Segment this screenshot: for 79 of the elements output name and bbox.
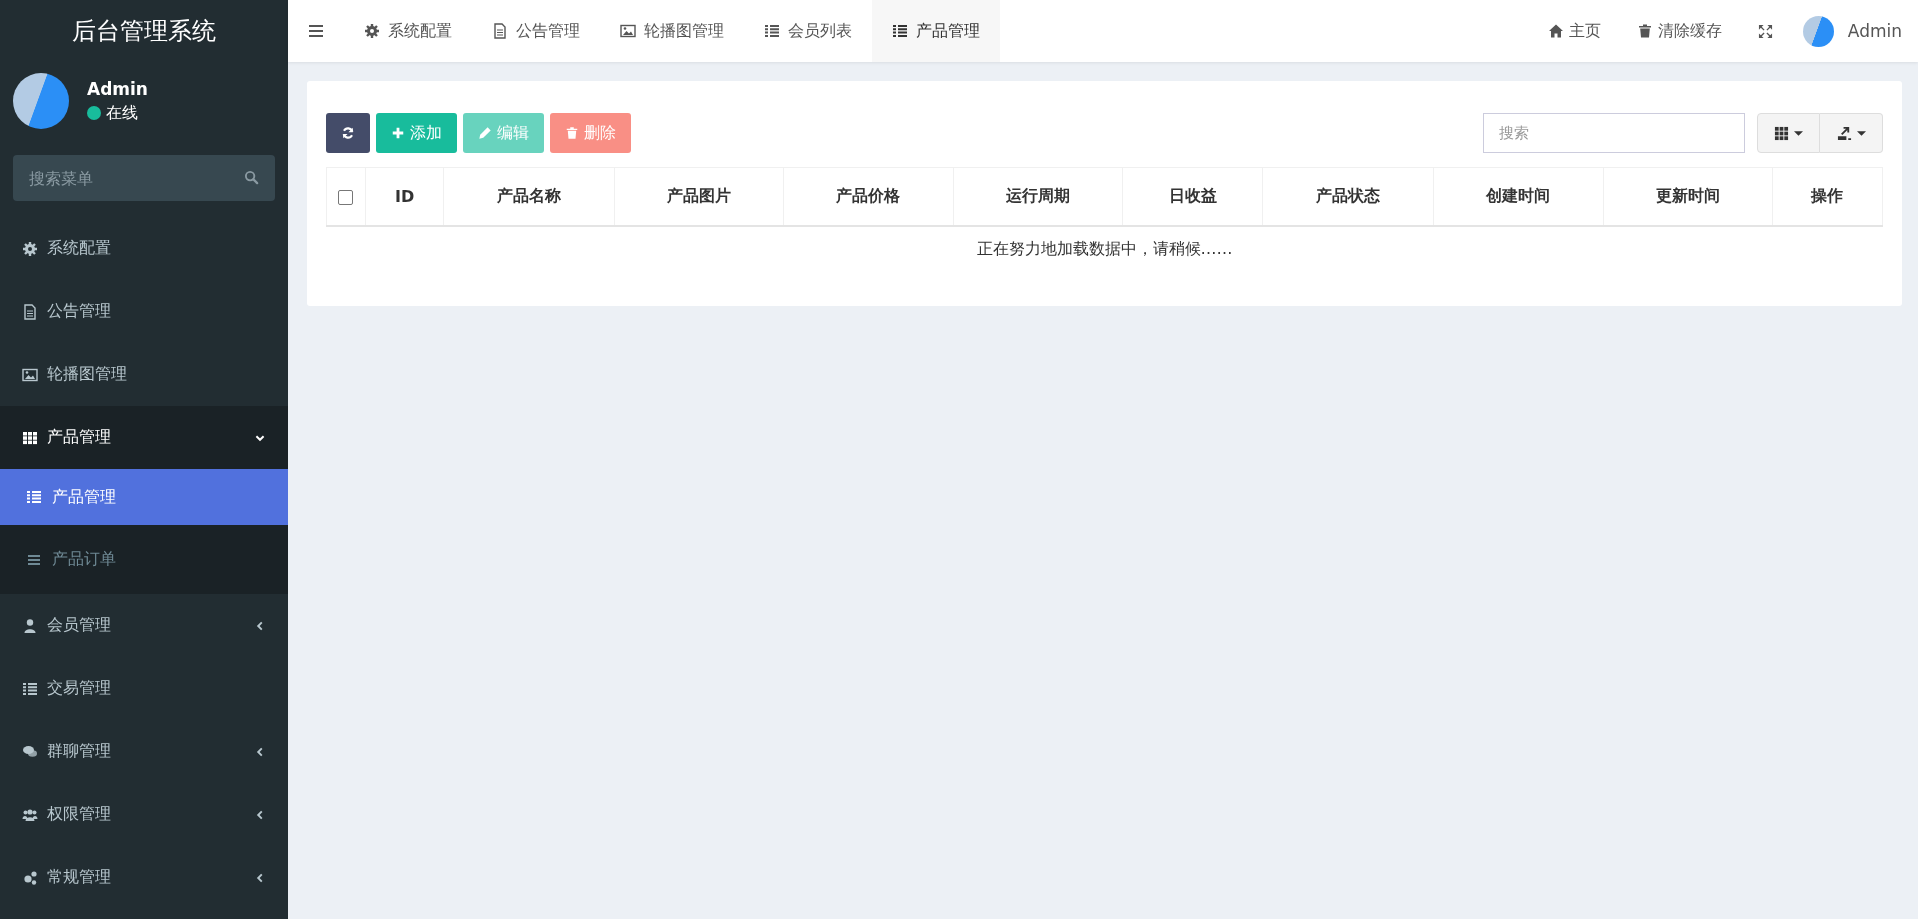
sidebar-item-label: 会员管理 xyxy=(47,615,112,636)
list-icon xyxy=(22,680,38,697)
chat-icon xyxy=(22,743,38,760)
sidebar-item[interactable]: 公告管理 xyxy=(0,280,288,343)
sidebar-item-label: 产品管理 xyxy=(47,427,112,448)
avatar xyxy=(13,73,69,129)
app-title: 后台管理系统 xyxy=(71,16,217,47)
tab[interactable]: 系统配置 xyxy=(344,0,472,62)
sidebar-item[interactable]: 产品管理 xyxy=(0,406,288,469)
user-name[interactable]: Admin xyxy=(1847,21,1902,41)
tab[interactable]: 会员列表 xyxy=(744,0,872,62)
column-header: 产品价格 xyxy=(783,167,954,226)
sidebar-item[interactable]: 常规管理 xyxy=(0,846,288,909)
submenu-item[interactable]: 产品订单 xyxy=(0,525,288,594)
sidebar-item[interactable]: 交易管理 xyxy=(0,657,288,720)
plus-icon xyxy=(391,126,405,140)
column-header: 操作 xyxy=(1772,167,1883,226)
menu-search-field[interactable]: 搜索菜单 xyxy=(13,155,275,201)
sidebar-item[interactable]: 会员管理 xyxy=(0,594,288,657)
sidebar-item[interactable]: 权限管理 xyxy=(0,783,288,846)
image-icon xyxy=(22,366,38,383)
loading-message: 正在努力地加载数据中，请稍候…… xyxy=(976,238,1233,258)
toolbar-button[interactable] xyxy=(326,113,370,153)
column-header: 产品图片 xyxy=(614,167,784,226)
header-link[interactable]: 清除缓存 xyxy=(1618,20,1740,42)
caret-icon xyxy=(1856,128,1866,138)
sidebar-item[interactable]: 群聊管理 xyxy=(0,720,288,783)
submenu-item-label: 产品订单 xyxy=(52,549,116,570)
search-icon xyxy=(244,170,259,185)
home-icon xyxy=(1547,23,1564,39)
menu-icon[interactable] xyxy=(308,23,324,39)
tab[interactable]: 产品管理 xyxy=(872,0,1000,62)
trash-icon xyxy=(565,126,579,140)
sidebar-item-label: 群聊管理 xyxy=(47,741,112,762)
column-header: 产品状态 xyxy=(1262,167,1434,226)
sidebar-item[interactable]: 系统配置 xyxy=(0,217,288,280)
user-name: Admin xyxy=(87,78,148,99)
user-status: 在线 xyxy=(106,102,138,124)
column-header: 创建时间 xyxy=(1433,167,1604,226)
sidebar-item-label: 轮播图管理 xyxy=(47,364,128,385)
document-icon xyxy=(22,303,38,320)
image-icon xyxy=(620,23,636,39)
user-icon xyxy=(22,617,38,634)
header-link[interactable]: 主页 xyxy=(1529,20,1619,42)
column-header: 日收益 xyxy=(1122,167,1263,226)
trash-icon xyxy=(1636,23,1653,39)
users-icon xyxy=(22,806,38,823)
sidebar-item[interactable]: 轮播图管理 xyxy=(0,343,288,406)
fullscreen-icon[interactable] xyxy=(1757,23,1773,39)
submenu-item[interactable]: 产品管理 xyxy=(0,469,288,525)
submenu-item-label: 产品管理 xyxy=(52,486,116,508)
column-header: ID xyxy=(365,167,444,226)
sidebar-item-label: 权限管理 xyxy=(47,804,112,825)
document-icon xyxy=(492,23,508,39)
tab[interactable]: 公告管理 xyxy=(472,0,600,62)
list-icon xyxy=(892,23,908,39)
columns-dropdown[interactable] xyxy=(1757,113,1820,153)
sidebar-item-label: 公告管理 xyxy=(47,301,112,322)
select-all-checkbox[interactable] xyxy=(338,190,354,205)
column-header: 更新时间 xyxy=(1603,167,1773,226)
sidebar-item-label: 常规管理 xyxy=(47,867,112,888)
grid-icon xyxy=(1774,125,1789,141)
tab[interactable]: 轮播图管理 xyxy=(600,0,744,62)
gear-icon xyxy=(364,23,380,39)
list-icon xyxy=(764,23,780,39)
gear-icon xyxy=(22,240,38,257)
caret-icon xyxy=(1794,128,1803,138)
export-icon xyxy=(1836,125,1852,141)
grid-icon xyxy=(22,429,38,446)
search-field[interactable]: 搜索 xyxy=(1483,113,1745,153)
avatar[interactable] xyxy=(1802,15,1834,47)
pencil-icon xyxy=(478,126,492,140)
export-dropdown[interactable] xyxy=(1820,113,1883,153)
sidebar-item-label: 交易管理 xyxy=(47,678,112,699)
column-header: 运行周期 xyxy=(953,167,1123,226)
refresh-icon xyxy=(341,126,355,140)
column-header: 产品名称 xyxy=(444,167,615,226)
list-icon xyxy=(26,489,42,505)
sidebar-item-label: 系统配置 xyxy=(47,238,112,259)
